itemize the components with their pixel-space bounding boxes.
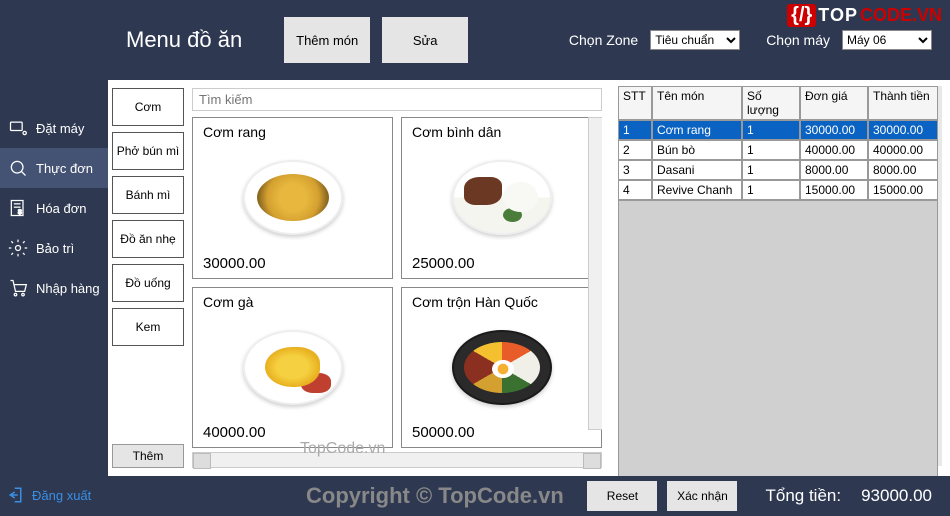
add-item-button[interactable]: Thêm món	[284, 17, 370, 63]
category-0[interactable]: Cơm	[112, 88, 184, 126]
table-header: Số lượng	[742, 86, 800, 120]
menu-card-image	[203, 314, 382, 423]
footer-watermark: Copyright © TopCode.vn	[306, 483, 564, 509]
menu-card-image	[203, 144, 382, 253]
search-input[interactable]	[192, 88, 602, 111]
table-filler	[618, 200, 942, 480]
menu-card-1[interactable]: Cơm bình dân 25000.00	[401, 117, 602, 279]
menu-card-3[interactable]: Cơm trộn Hàn Quốc 50000.00	[401, 287, 602, 449]
menu-card-image	[412, 314, 591, 423]
sidebar-item-label: Nhập hàng	[36, 281, 100, 296]
category-3[interactable]: Đồ ăn nhẹ	[112, 220, 184, 258]
menu-card-name: Cơm gà	[203, 294, 382, 310]
sidebar-item-label: Hóa đơn	[36, 201, 86, 216]
menu-card-2[interactable]: Cơm gà 40000.00	[192, 287, 393, 449]
sidebar: Đặt máy Thực đơn $ Hóa đơn Bảo trì Nhập hàng Đ…	[0, 0, 108, 516]
table-row[interactable]: 3Dasani18000.008000.00	[618, 160, 942, 180]
menu-grid: Cơm rang30000.00Cơm bình dân25000.00Cơm …	[192, 117, 602, 448]
category-1[interactable]: Phở bún mì	[112, 132, 184, 170]
menu-card-price: 25000.00	[412, 255, 591, 272]
confirm-button[interactable]: Xác nhận	[667, 481, 737, 511]
category-add-button[interactable]: Thêm	[112, 444, 184, 468]
sidebar-item-2[interactable]: $ Hóa đơn	[0, 188, 108, 228]
menu-column: Cơm rang30000.00Cơm bình dân25000.00Cơm …	[188, 80, 610, 476]
table-row[interactable]: 2Bún bò140000.0040000.00	[618, 140, 942, 160]
table-row[interactable]: 1Cơm rang130000.0030000.00	[618, 120, 942, 140]
reset-button[interactable]: Reset	[587, 481, 657, 511]
sidebar-item-label: Bảo trì	[36, 241, 74, 256]
menu-card-image	[412, 144, 591, 253]
zone-label: Chọn Zone	[569, 32, 638, 48]
machine-select[interactable]: Máy 06	[842, 30, 932, 50]
footer: Copyright © TopCode.vn Reset Xác nhận Tổ…	[108, 476, 950, 516]
sidebar-item-label: Đặt máy	[36, 121, 84, 136]
total-label: Tổng tiền:	[765, 486, 841, 506]
menu-card-name: Cơm bình dân	[412, 124, 591, 140]
order-table[interactable]: STTTên mónSố lượngĐơn giáThành tiền 1Cơm…	[618, 86, 942, 466]
page-title: Menu đồ ăn	[126, 27, 242, 53]
menu-card-price: 30000.00	[203, 255, 382, 272]
table-header: Tên món	[652, 86, 742, 120]
table-header: Đơn giá	[800, 86, 868, 120]
watermark-logo: {/} TOPCODE.VN	[787, 4, 942, 27]
sidebar-item-label: Thực đơn	[36, 161, 93, 176]
total-value: 93000.00	[861, 486, 932, 506]
machine-label: Chọn máy	[766, 32, 830, 48]
menu-card-price: 50000.00	[412, 424, 591, 441]
category-column: Cơm Phở bún mì Bánh mì Đồ ăn nhẹ Đồ uống Kem T…	[108, 80, 188, 476]
category-5[interactable]: Kem	[112, 308, 184, 346]
menu-card-name: Cơm rang	[203, 124, 382, 140]
menu-card-price: 40000.00	[203, 424, 382, 441]
menu-card-name: Cơm trộn Hàn Quốc	[412, 294, 591, 310]
menu-card-0[interactable]: Cơm rang 30000.00	[192, 117, 393, 279]
logout-button[interactable]: Đăng xuất	[8, 486, 91, 504]
sidebar-item-0[interactable]: Đặt máy	[0, 108, 108, 148]
category-2[interactable]: Bánh mì	[112, 176, 184, 214]
sidebar-item-1[interactable]: Thực đơn	[0, 148, 108, 188]
zone-select[interactable]: Tiêu chuẩn	[650, 30, 740, 50]
order-column: STTTên mónSố lượngĐơn giáThành tiền 1Cơm…	[610, 80, 950, 476]
svg-text:$: $	[18, 209, 22, 216]
edit-item-button[interactable]: Sửa	[382, 17, 468, 63]
main-area: Cơm Phở bún mì Bánh mì Đồ ăn nhẹ Đồ uống Kem T…	[108, 80, 950, 476]
sidebar-item-3[interactable]: Bảo trì	[0, 228, 108, 268]
scrollbar-vertical[interactable]	[588, 117, 602, 430]
scrollbar-horizontal[interactable]	[192, 452, 602, 468]
table-header: Thành tiền	[868, 86, 938, 120]
table-header: STT	[618, 86, 652, 120]
sidebar-item-4[interactable]: Nhập hàng	[0, 268, 108, 308]
category-4[interactable]: Đồ uống	[112, 264, 184, 302]
table-row[interactable]: 4Revive Chanh115000.0015000.00	[618, 180, 942, 200]
